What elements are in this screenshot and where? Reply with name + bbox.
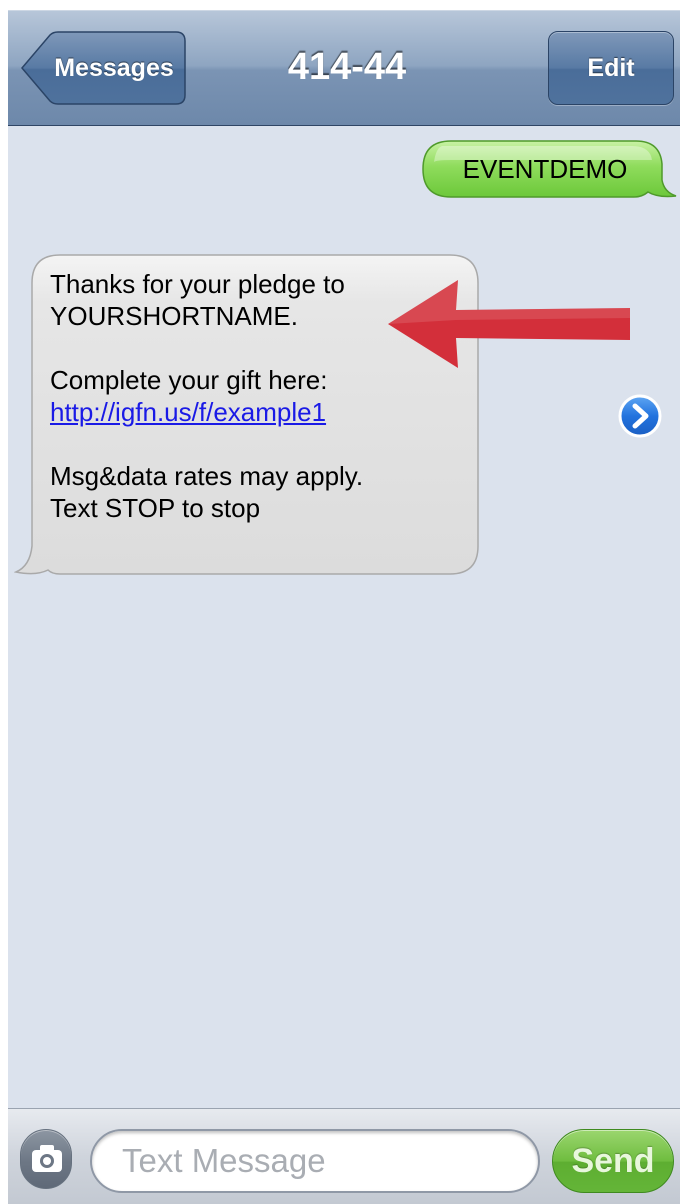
send-button[interactable]: Send [552,1129,674,1193]
navigation-bar: Messages 414-44 Edit [8,10,680,126]
messages-screen: Messages 414-44 Edit EVENTDEMO Thanks fo… [8,10,680,1204]
chevron-right-circle-icon[interactable] [618,394,662,438]
message-line-stop: Text STOP to stop [50,493,261,523]
gift-link[interactable]: http://igfn.us/f/example1 [50,396,470,428]
message-gap [50,428,470,460]
back-messages-button[interactable]: Messages [20,31,186,105]
sent-message-text: EVENTDEMO [462,154,628,184]
edit-button[interactable]: Edit [548,31,674,105]
sent-message-bubble[interactable]: EVENTDEMO [422,140,678,198]
red-arrow-annotation [388,280,630,368]
conversation-title: 414-44 [287,46,407,88]
text-message-input[interactable] [90,1129,540,1193]
message-input-bar: Send [8,1108,680,1204]
message-line-rates: Msg&data rates may apply. [50,461,364,491]
camera-button[interactable] [20,1129,72,1189]
camera-icon [32,1145,62,1172]
back-button-label: Messages [54,54,174,82]
